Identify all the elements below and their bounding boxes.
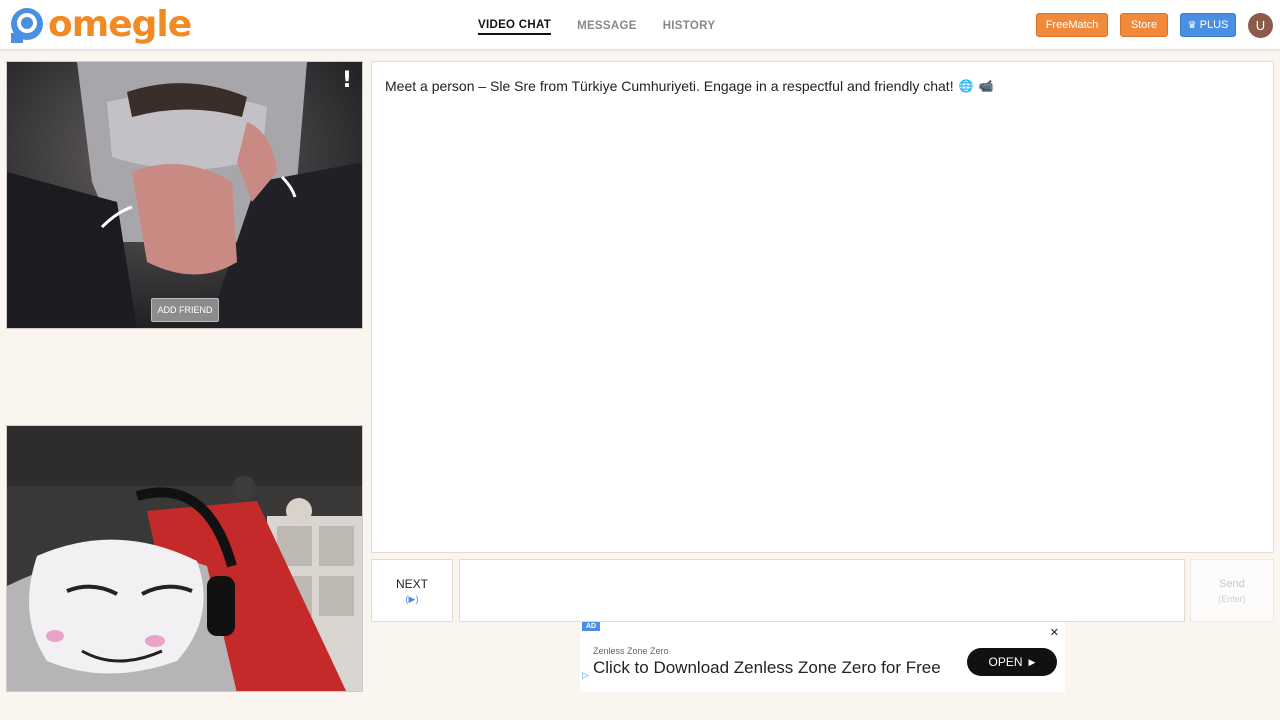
message-input[interactable] xyxy=(459,559,1185,622)
intro-message: Meet a person – Sle Sre from Türkiye Cum… xyxy=(385,78,994,94)
send-shortcut-hint: (Enter) xyxy=(1218,593,1246,604)
logo-chat-bubble-icon xyxy=(6,5,46,45)
next-button[interactable]: NEXT (▶) xyxy=(371,559,453,622)
ad-headline[interactable]: Click to Download Zenless Zone Zero for … xyxy=(593,658,941,678)
globe-icon: 🌐 xyxy=(958,79,974,93)
ad-open-label: OPEN xyxy=(988,655,1023,669)
ad-choices-icon[interactable]: ▷ xyxy=(582,670,589,681)
ad-close-icon[interactable]: ✕ xyxy=(1050,626,1059,639)
self-video xyxy=(6,425,363,692)
crown-icon: ♛ xyxy=(1187,19,1197,31)
ad-banner[interactable]: AD ✕ Zenless Zone Zero Click to Download… xyxy=(580,622,1065,692)
report-icon[interactable]: ! xyxy=(342,68,352,93)
tab-history[interactable]: HISTORY xyxy=(663,16,716,34)
intro-message-text: Meet a person – Sle Sre from Türkiye Cum… xyxy=(385,78,954,94)
logo-text: omegle xyxy=(48,4,192,45)
play-triangle-icon: ▶ xyxy=(1028,656,1036,667)
top-bar: omegle VIDEO CHAT MESSAGE HISTORY FreeMa… xyxy=(0,0,1280,50)
stranger-video: ! ADD FRIEND xyxy=(6,61,363,329)
ad-advertiser: Zenless Zone Zero xyxy=(593,646,669,656)
add-friend-button[interactable]: ADD FRIEND xyxy=(151,298,219,322)
omegle-logo[interactable]: omegle xyxy=(6,4,192,46)
plus-button-label: PLUS xyxy=(1199,19,1229,31)
main-nav: VIDEO CHAT MESSAGE HISTORY xyxy=(478,0,715,50)
send-button[interactable]: Send (Enter) xyxy=(1190,559,1274,622)
store-button[interactable]: Store xyxy=(1120,13,1168,37)
self-video-frame xyxy=(7,426,362,691)
stranger-video-frame xyxy=(7,62,362,328)
ad-open-button[interactable]: OPEN ▶ xyxy=(967,648,1057,676)
next-shortcut-hint: (▶) xyxy=(405,593,419,604)
send-button-label: Send xyxy=(1219,577,1245,590)
freematch-button[interactable]: FreeMatch xyxy=(1036,13,1108,37)
chat-log: Meet a person – Sle Sre from Türkiye Cum… xyxy=(371,61,1274,553)
plus-button[interactable]: ♛ PLUS xyxy=(1180,13,1236,37)
tab-message[interactable]: MESSAGE xyxy=(577,16,637,34)
next-button-label: NEXT xyxy=(395,576,428,591)
ad-badge: AD xyxy=(582,622,601,631)
user-avatar[interactable]: U xyxy=(1248,13,1273,38)
tab-video-chat[interactable]: VIDEO CHAT xyxy=(478,15,552,35)
camera-icon: 📹 xyxy=(978,79,994,93)
